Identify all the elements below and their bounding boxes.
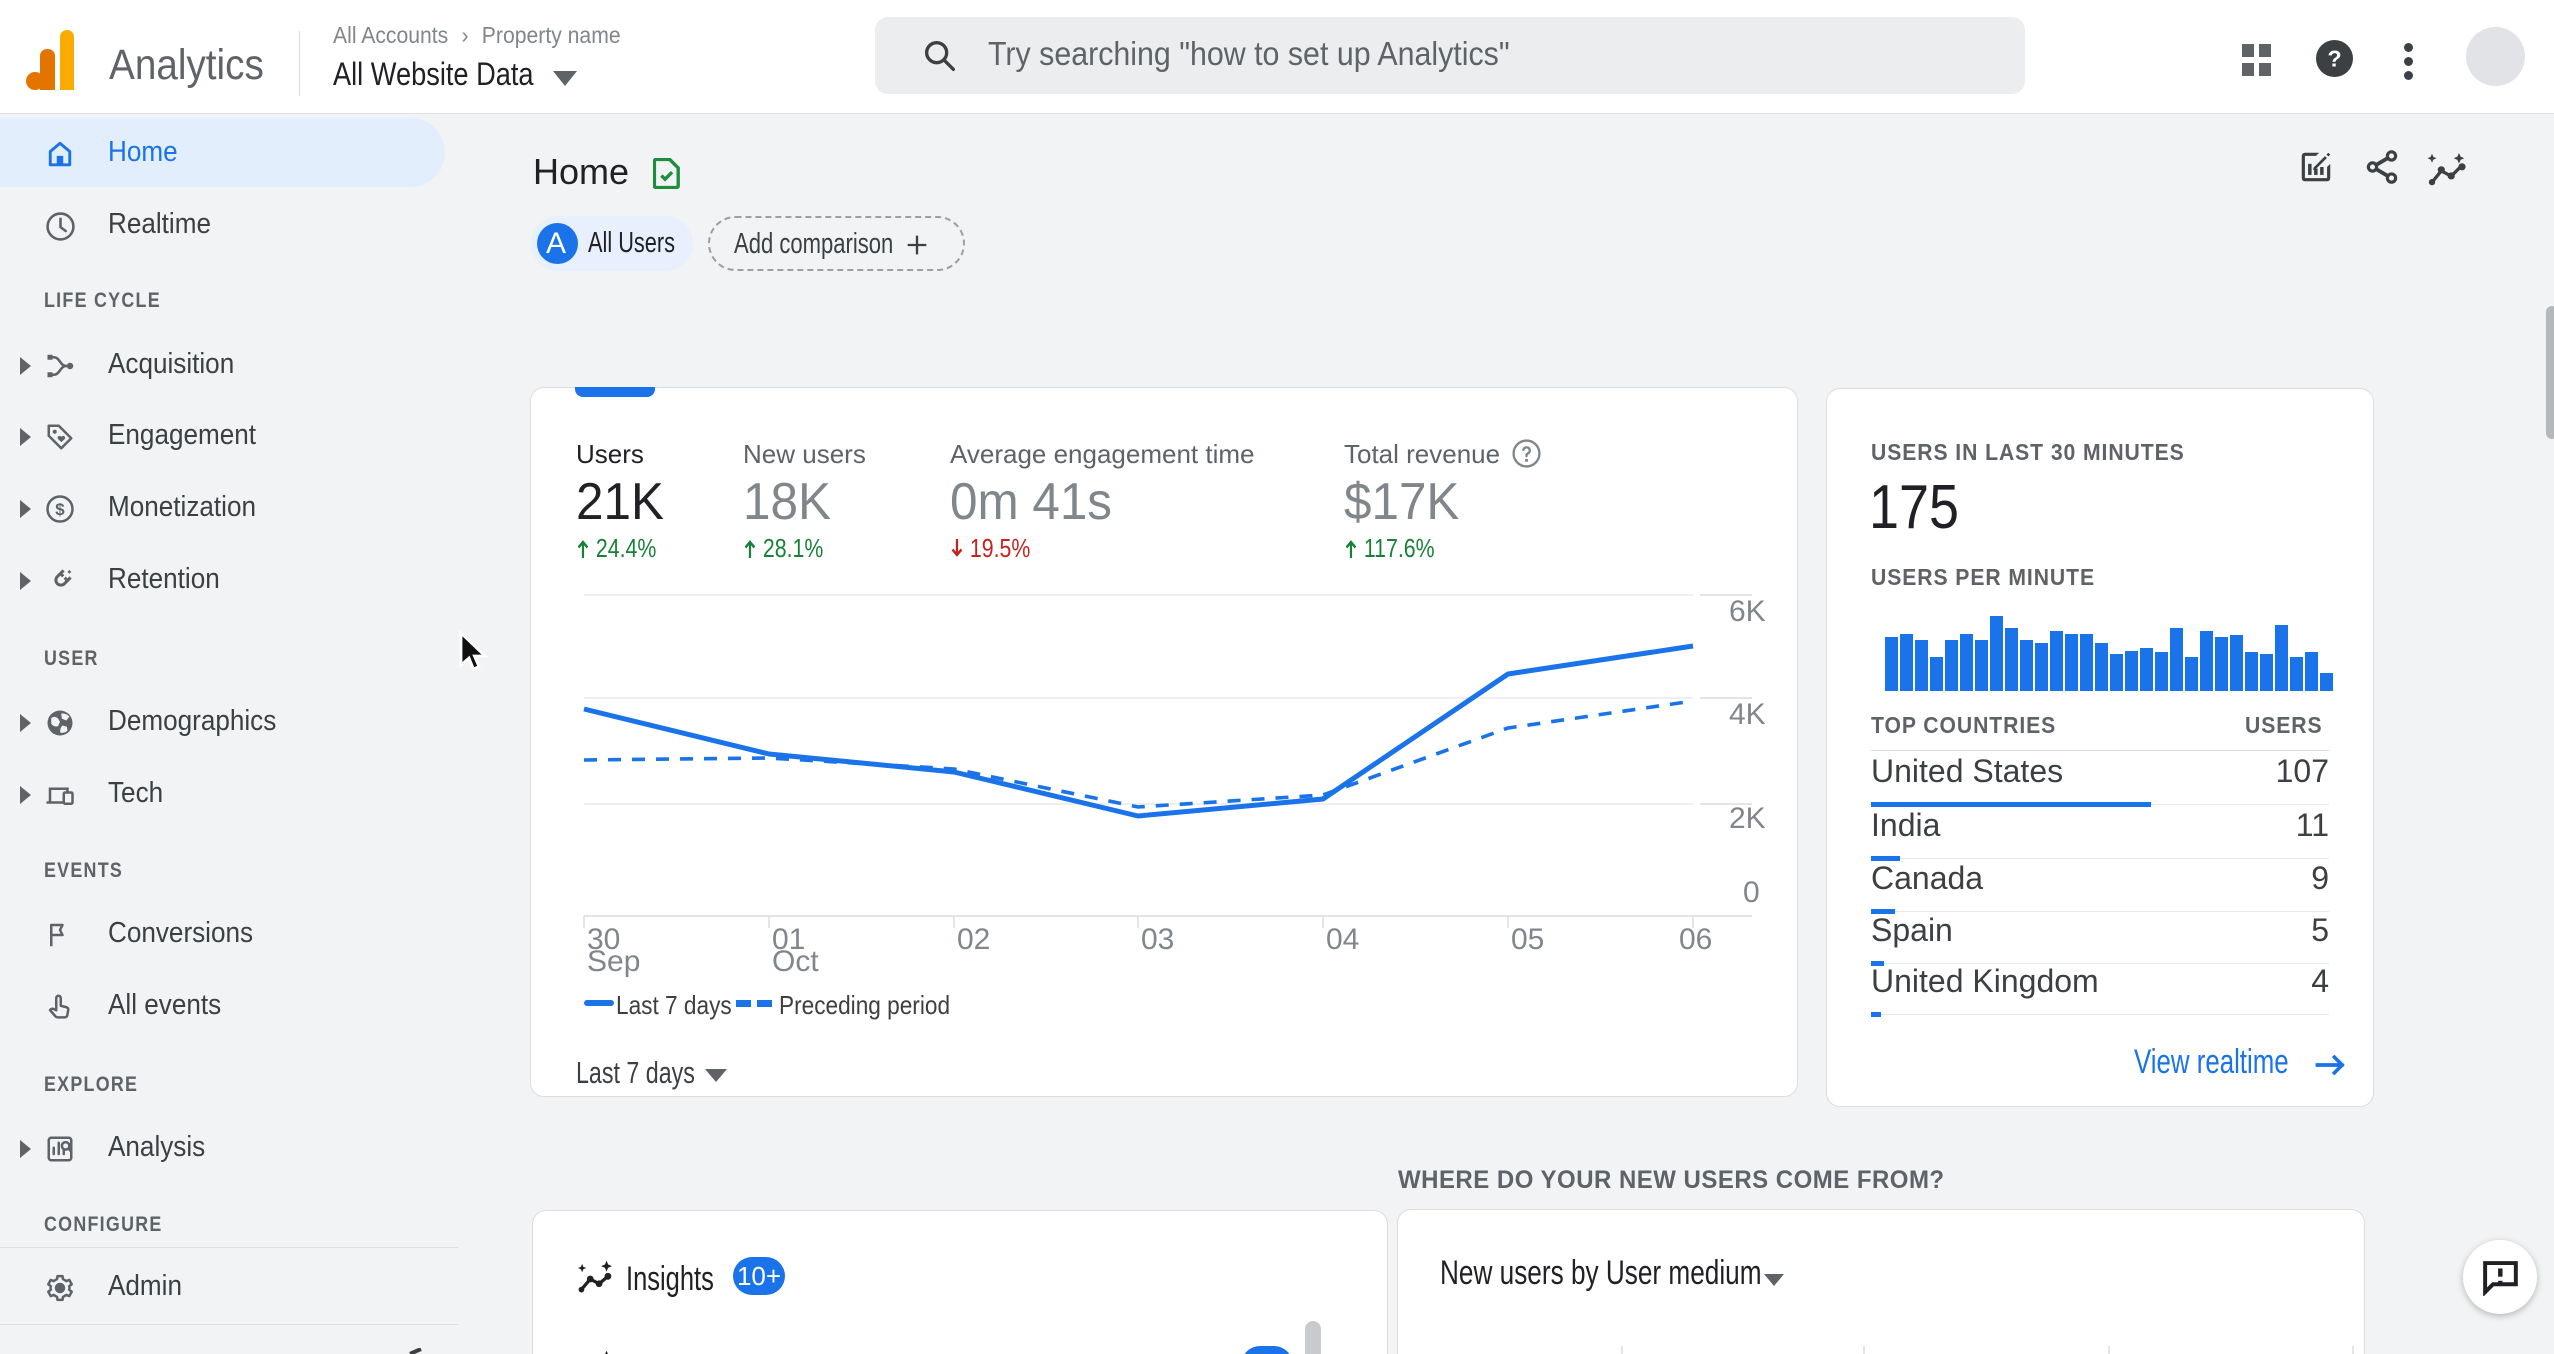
svg-text:$: $ xyxy=(55,500,65,519)
svg-text:06: 06 xyxy=(1679,923,1712,956)
svg-text:04: 04 xyxy=(1326,923,1359,956)
svg-text:05: 05 xyxy=(1511,923,1544,956)
svg-text:Oct: Oct xyxy=(772,945,819,978)
svg-text:4K: 4K xyxy=(1729,698,1766,731)
svg-text:?: ? xyxy=(2327,46,2341,72)
svg-text:02: 02 xyxy=(957,923,990,956)
svg-text:03: 03 xyxy=(1141,923,1174,956)
svg-text:6K: 6K xyxy=(1729,595,1766,628)
svg-text:2K: 2K xyxy=(1729,802,1766,835)
svg-text:0: 0 xyxy=(1743,876,1760,909)
svg-text:Sep: Sep xyxy=(587,945,640,978)
